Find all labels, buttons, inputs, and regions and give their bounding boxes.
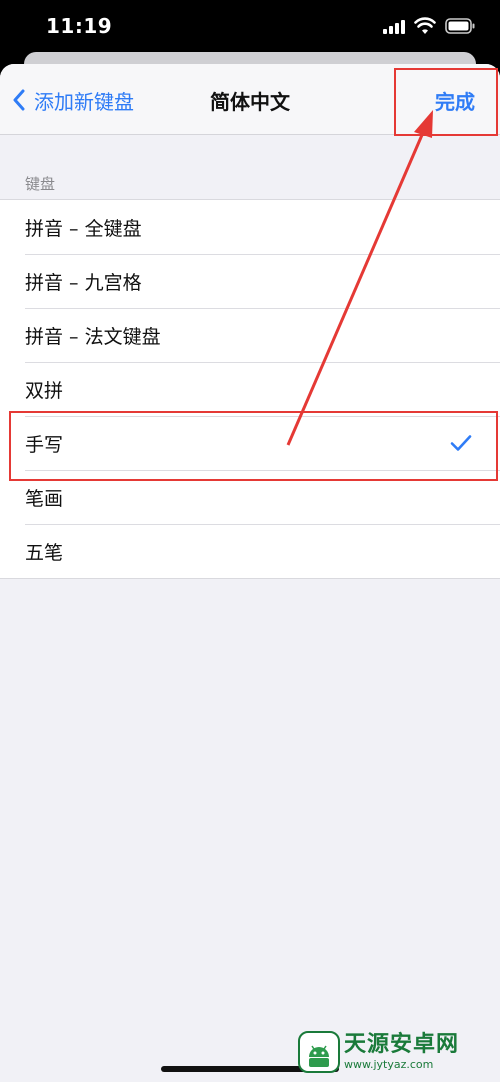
- keyboard-settings-sheet: 添加新键盘 简体中文 完成 键盘 拼音 – 全键盘 拼音 – 九宫格 拼音 – …: [0, 64, 500, 1082]
- annotation-box-handwriting: [9, 411, 498, 481]
- watermark-url: www.jytyaz.com: [344, 1058, 434, 1071]
- android-logo-icon: [298, 1031, 340, 1073]
- watermark: 天源安卓网 www.jytyaz.com: [298, 1028, 494, 1076]
- list-item-pinyin-qwerty[interactable]: 拼音 – 全键盘: [0, 200, 500, 254]
- annotation-box-done: [394, 68, 498, 136]
- battery-icon: [445, 18, 475, 34]
- keyboard-list: 拼音 – 全键盘 拼音 – 九宫格 拼音 – 法文键盘 双拼 手写 笔画 五笔: [0, 199, 500, 579]
- watermark-title: 天源安卓网: [344, 1032, 460, 1057]
- list-item-pinyin-9key[interactable]: 拼音 – 九宫格: [0, 254, 500, 308]
- list-item-label: 笔画: [25, 487, 64, 510]
- cellular-signal-icon: [383, 20, 405, 34]
- watermark-text: 天源安卓网 www.jytyaz.com: [344, 1032, 460, 1071]
- list-item-shuangpin[interactable]: 双拼: [0, 362, 500, 416]
- section-header-keyboards: 键盘: [25, 175, 56, 193]
- list-item-label: 拼音 – 九宫格: [25, 271, 142, 294]
- list-item-label: 五笔: [25, 541, 64, 564]
- list-item-label: 双拼: [25, 379, 64, 402]
- list-item-label: 拼音 – 法文键盘: [25, 325, 161, 348]
- list-item-wubi[interactable]: 五笔: [0, 524, 500, 578]
- status-time: 11:19: [46, 14, 113, 38]
- wifi-icon: [414, 17, 436, 34]
- list-item-pinyin-azerty[interactable]: 拼音 – 法文键盘: [0, 308, 500, 362]
- status-bar: 11:19: [0, 0, 500, 56]
- list-item-label: 拼音 – 全键盘: [25, 217, 142, 240]
